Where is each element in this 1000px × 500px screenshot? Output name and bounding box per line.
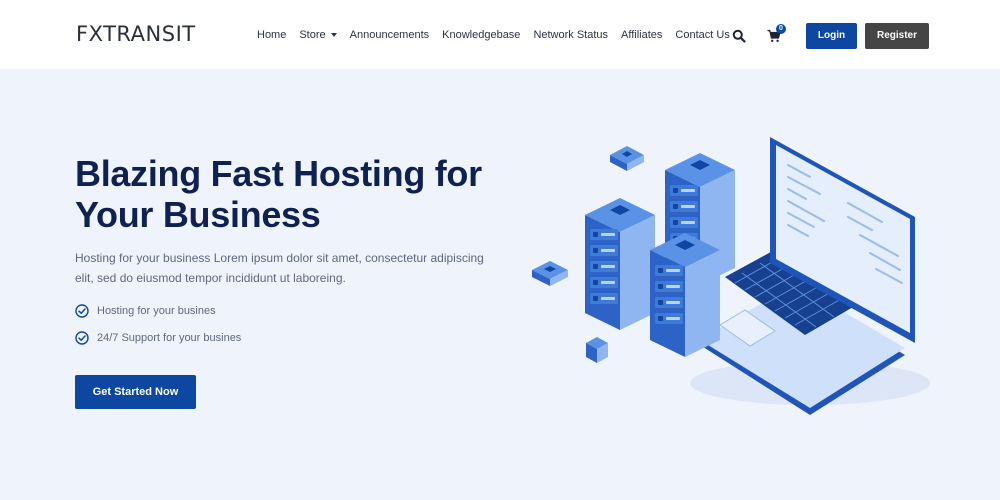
- hero-description: Hosting for your business Lorem ipsum do…: [75, 251, 484, 285]
- nav-item-network-status[interactable]: Network Status: [533, 29, 608, 41]
- feature-label: 24/7 Support for your busines: [97, 332, 242, 344]
- nav-item-contact-us[interactable]: Contact Us: [675, 29, 729, 41]
- main-nav: Home Store Announcements Knowledgebase N…: [257, 29, 743, 41]
- nav-item-affiliates[interactable]: Affiliates: [621, 29, 662, 41]
- floating-cube: [532, 261, 568, 286]
- cart-count-badge: 0: [776, 24, 786, 34]
- feature-item: Hosting for your busines: [75, 304, 216, 318]
- nav-item-home[interactable]: Home: [257, 29, 286, 41]
- nav-item-label: Affiliates: [621, 29, 663, 41]
- nav-item-label: Home: [257, 29, 287, 41]
- floating-cube: [610, 146, 644, 171]
- nav-item-label: Contact Us: [675, 29, 730, 41]
- register-button[interactable]: Register: [865, 23, 929, 49]
- nav-item-label: Announcements: [349, 29, 430, 41]
- feature-label: Hosting for your busines: [97, 305, 216, 317]
- search-icon[interactable]: [732, 29, 746, 43]
- site-header: FXTRANSIT Home Store Announcements Knowl…: [0, 0, 1000, 69]
- nav-item-label: Store: [299, 29, 326, 41]
- nav-item-knowledgebase[interactable]: Knowledgebase: [442, 29, 520, 41]
- hosting-illustration: [532, 137, 930, 415]
- logo[interactable]: FXTRANSIT: [76, 22, 196, 46]
- server-rack: [650, 233, 720, 357]
- nav-item-label: Network Status: [533, 29, 609, 41]
- check-circle-icon: [75, 331, 89, 345]
- login-button[interactable]: Login: [806, 23, 857, 49]
- server-rack: [585, 198, 655, 330]
- check-circle-icon: [75, 304, 89, 318]
- feature-item: 24/7 Support for your busines: [75, 331, 241, 345]
- nav-item-store[interactable]: Store: [299, 29, 337, 41]
- get-started-button[interactable]: Get Started Now: [75, 375, 196, 409]
- nav-item-label: Knowledgebase: [442, 29, 521, 41]
- caret-down-icon: [330, 33, 337, 37]
- hero-title: Blazing Fast Hosting for Your Business: [75, 153, 482, 235]
- floating-cube: [586, 337, 608, 363]
- nav-item-announcements[interactable]: Announcements: [350, 29, 430, 41]
